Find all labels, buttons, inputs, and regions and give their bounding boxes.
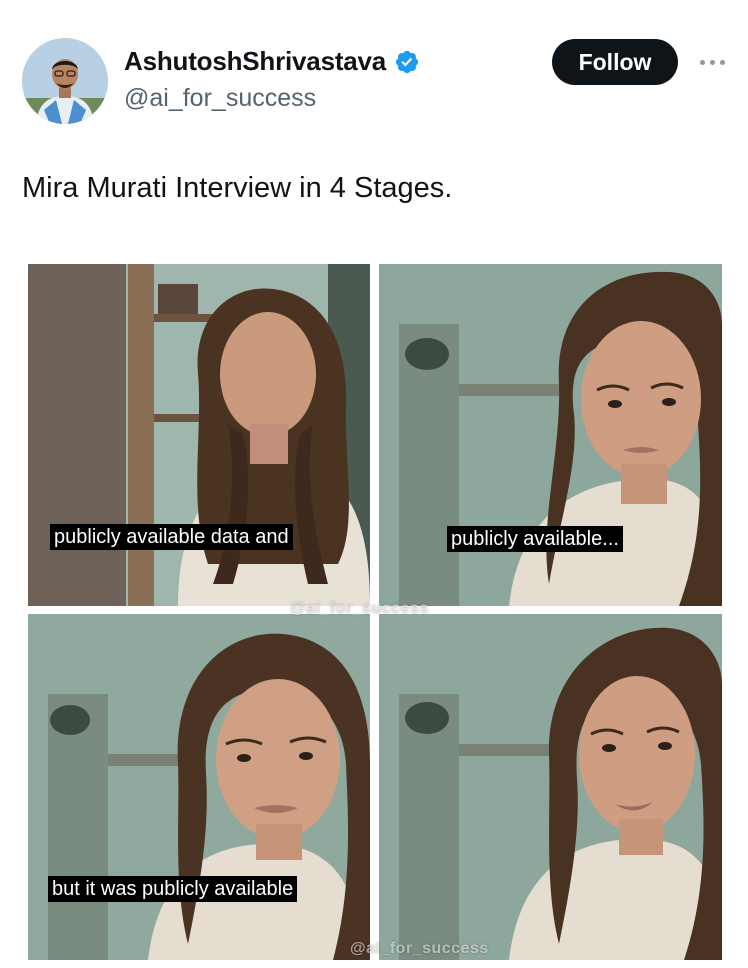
author-avatar[interactable] [22,38,108,124]
media-panel-3[interactable]: but it was publicly available [28,614,370,960]
panel-1-caption: publicly available data and [50,524,293,550]
media-panel-1[interactable]: publicly available data and [28,264,370,606]
tweet-text: Mira Murati Interview in 4 Stages. [22,172,453,204]
user-avatar-image [22,38,108,124]
author-display-name[interactable]: AshutoshShrivastava [124,46,386,77]
tweet-card: AshutoshShrivastava @ai_for_success Foll… [0,0,748,968]
panel-3-caption: but it was publicly available [48,876,298,902]
more-horizontal-icon[interactable] [695,55,729,69]
media-panel-2[interactable]: publicly available... [379,264,722,606]
interview-still-1 [28,264,370,606]
author-handle[interactable]: @ai_for_success [124,84,316,113]
verified-badge-icon [395,50,419,73]
more-dot [709,59,715,65]
interview-still-2 [379,264,722,606]
interview-still-3 [28,614,370,960]
watermark-text: @ai_for_success [350,940,489,957]
more-dot [719,59,725,65]
more-dot [699,59,705,65]
watermark-text: @ai_for_success [290,600,429,617]
media-panel-4[interactable] [379,614,722,960]
panel-2-caption: publicly available... [447,526,623,552]
media-grid[interactable]: publicly available data and publicly ava… [28,264,722,964]
author-name-row: AshutoshShrivastava [124,46,420,77]
follow-button[interactable]: Follow [552,39,678,85]
interview-still-4 [379,614,722,960]
